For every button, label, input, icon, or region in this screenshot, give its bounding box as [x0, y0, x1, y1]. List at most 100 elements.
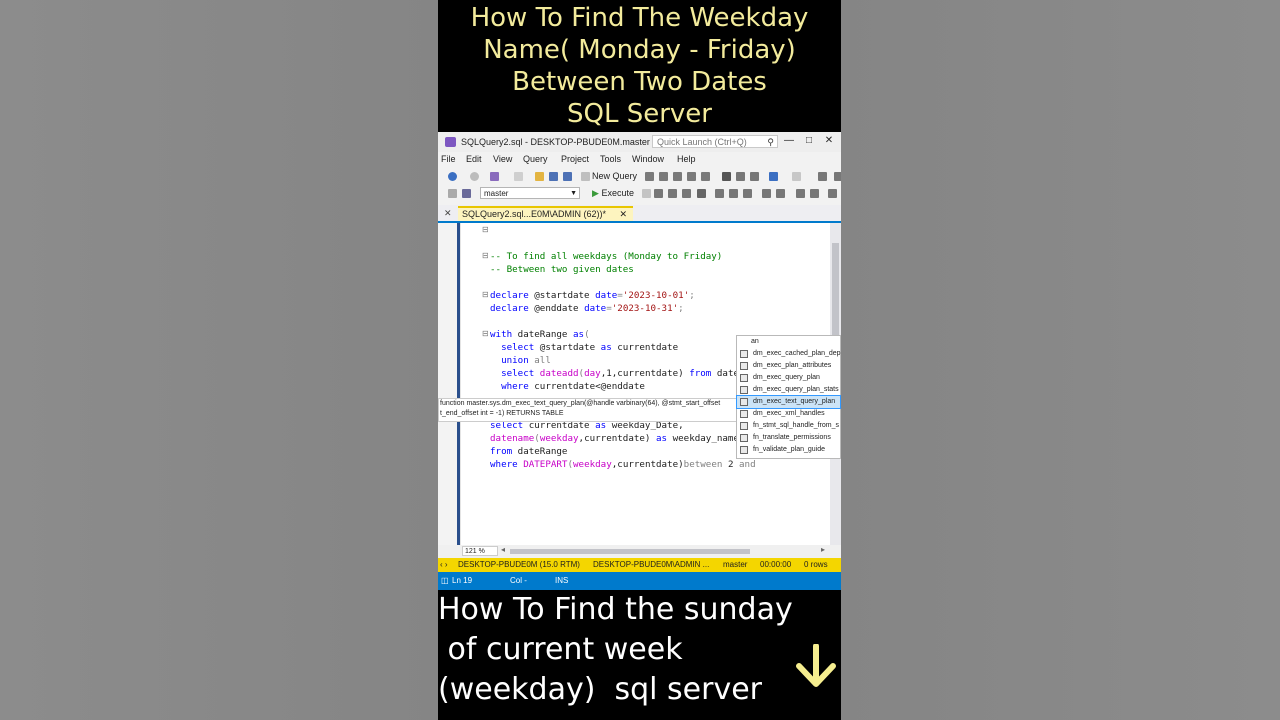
query-mdx-icon[interactable] — [645, 172, 654, 181]
keyword: as — [600, 342, 618, 353]
sql-code[interactable]: -- To find all weekdays (Monday to Frida… — [490, 250, 756, 471]
comment-icon[interactable] — [762, 189, 771, 198]
horizontal-scrollbar[interactable]: 121 % ◂ ▸ — [438, 545, 841, 558]
search-icon[interactable]: ⚲ — [767, 136, 774, 149]
intellisense-item-label: fn_translate_permissions — [753, 434, 831, 441]
new-query-icon[interactable] — [581, 172, 590, 181]
quick-launch-input[interactable]: Quick Launch (Ctrl+Q) ⚲ — [652, 135, 778, 148]
status-nav-icon[interactable]: ‹ › — [440, 558, 448, 572]
execute-button[interactable]: ▶ Execute — [592, 188, 634, 199]
operator: ; — [689, 290, 695, 301]
results-text-icon[interactable] — [697, 189, 706, 198]
ssms-window: SQLQuery2.sql - DESKTOP-PBUDE0M.master (… — [438, 132, 841, 590]
maximize-button[interactable]: □ — [799, 135, 819, 146]
close-window-button[interactable]: ✕ — [819, 135, 839, 146]
results-file-icon[interactable] — [729, 189, 738, 198]
menu-project[interactable]: Project — [561, 154, 589, 164]
save-all-icon[interactable] — [563, 172, 572, 181]
intellisense-item[interactable]: dm_exec_xml_handles — [737, 408, 840, 420]
query-analysis-icon[interactable] — [701, 172, 710, 181]
intellisense-item-selected[interactable]: dm_exec_text_query_plan — [736, 395, 841, 409]
specify-values-icon[interactable] — [828, 189, 837, 198]
menu-view[interactable]: View — [493, 154, 512, 164]
collapse-icon[interactable]: ⊟ — [482, 251, 489, 260]
table-function-icon — [740, 446, 748, 454]
intellisense-item[interactable]: dm_exec_cached_plan_dep — [737, 348, 841, 360]
blurred-background-left — [0, 0, 438, 720]
function-name: dateadd — [539, 368, 579, 379]
scroll-left-icon[interactable]: ◂ — [501, 545, 505, 554]
increase-indent-icon[interactable] — [810, 189, 819, 198]
parse-icon[interactable] — [654, 189, 663, 198]
output-icon[interactable]: ◫ — [441, 572, 449, 590]
blurred-background-right — [841, 0, 1280, 720]
intellisense-item-label: dm_exec_cached_plan_dep — [753, 350, 841, 357]
zoom-select[interactable]: 121 % — [462, 546, 498, 556]
actual-plan-icon[interactable] — [743, 189, 752, 198]
open-folder-icon[interactable] — [535, 172, 544, 181]
connect-icon[interactable] — [448, 189, 457, 198]
menu-edit[interactable]: Edit — [466, 154, 482, 164]
code-line: select @startdate as currentdate — [490, 342, 678, 353]
menu-file[interactable]: File — [441, 154, 456, 164]
identifier: @startdate — [534, 290, 596, 301]
forward-icon[interactable] — [470, 172, 479, 181]
code-line: -- To find all weekdays (Monday to Frida… — [490, 251, 722, 262]
cancel-query-icon[interactable] — [642, 189, 651, 198]
new-project-icon[interactable] — [490, 172, 499, 181]
tab-close-icon[interactable]: ✕ — [619, 208, 627, 220]
query-dax-icon[interactable] — [687, 172, 696, 181]
query-xmla-icon[interactable] — [673, 172, 682, 181]
menu-tools[interactable]: Tools — [600, 154, 621, 164]
change-connection-icon[interactable] — [462, 189, 471, 198]
minimize-button[interactable]: — — [779, 135, 799, 146]
display-plan-icon[interactable] — [668, 189, 677, 198]
menu-help[interactable]: Help — [677, 154, 696, 164]
overlay-title-line: SQL Server — [567, 99, 712, 129]
redo-icon[interactable] — [792, 172, 801, 181]
intellisense-item[interactable]: fn_stmt_sql_handle_from_s — [737, 420, 840, 432]
number-literal: 2 — [727, 459, 740, 470]
more-icon[interactable] — [834, 172, 841, 181]
menu-query[interactable]: Query — [523, 154, 548, 164]
code-editor[interactable]: ⊟ ⊟ ⊟ ⊟ -- To find all weekdays (Monday … — [438, 223, 841, 545]
intellisense-item[interactable]: fn_translate_permissions — [737, 432, 840, 444]
decrease-indent-icon[interactable] — [796, 189, 805, 198]
overlay-title-line: How To Find The Weekday — [470, 3, 809, 33]
execute-label: Execute — [601, 188, 634, 198]
query-options-icon[interactable] — [682, 189, 691, 198]
keyword: select — [490, 342, 540, 353]
intellisense-item[interactable]: an — [737, 336, 840, 348]
intellisense-item-label: dm_exec_plan_attributes — [753, 362, 832, 369]
cut-icon[interactable] — [722, 172, 731, 181]
undo-icon[interactable] — [769, 172, 778, 181]
tab-sqlquery2[interactable]: SQLQuery2.sql...E0M\ADMIN (62))* ✕ — [458, 206, 633, 222]
collapse-icon[interactable]: ⊟ — [482, 329, 489, 338]
scroll-right-icon[interactable]: ▸ — [821, 545, 825, 554]
solution-explorer-icon[interactable] — [818, 172, 827, 181]
database-select[interactable]: master ▼ — [480, 187, 580, 199]
close-icon[interactable]: ✕ — [444, 208, 452, 219]
new-file-icon[interactable] — [514, 172, 523, 181]
keyword: declare — [490, 303, 535, 314]
intellisense-item[interactable]: fn_validate_plan_guide — [737, 444, 840, 456]
collapse-icon[interactable]: ⊟ — [482, 225, 489, 234]
scrollbar-thumb[interactable] — [510, 549, 750, 554]
query-dmx-icon[interactable] — [659, 172, 668, 181]
status-time: 00:00:00 — [760, 560, 792, 569]
collapse-icon[interactable]: ⊟ — [482, 290, 489, 299]
operator: ( — [584, 329, 590, 340]
intellisense-list[interactable]: an dm_exec_cached_plan_dep dm_exec_plan_… — [736, 335, 841, 459]
comment-text: -- Between two given dates — [490, 264, 634, 275]
back-icon[interactable] — [448, 172, 457, 181]
results-grid-icon[interactable] — [715, 189, 724, 198]
uncomment-icon[interactable] — [776, 189, 785, 198]
menu-window[interactable]: Window — [632, 154, 664, 164]
save-icon[interactable] — [549, 172, 558, 181]
new-query-button[interactable]: New Query — [592, 171, 637, 181]
intellisense-item[interactable]: dm_exec_query_plan — [737, 372, 840, 384]
paste-icon[interactable] — [750, 172, 759, 181]
intellisense-item[interactable]: dm_exec_plan_attributes — [737, 360, 840, 372]
intellisense-item[interactable]: dm_exec_query_plan_stats — [737, 384, 840, 396]
copy-icon[interactable] — [736, 172, 745, 181]
